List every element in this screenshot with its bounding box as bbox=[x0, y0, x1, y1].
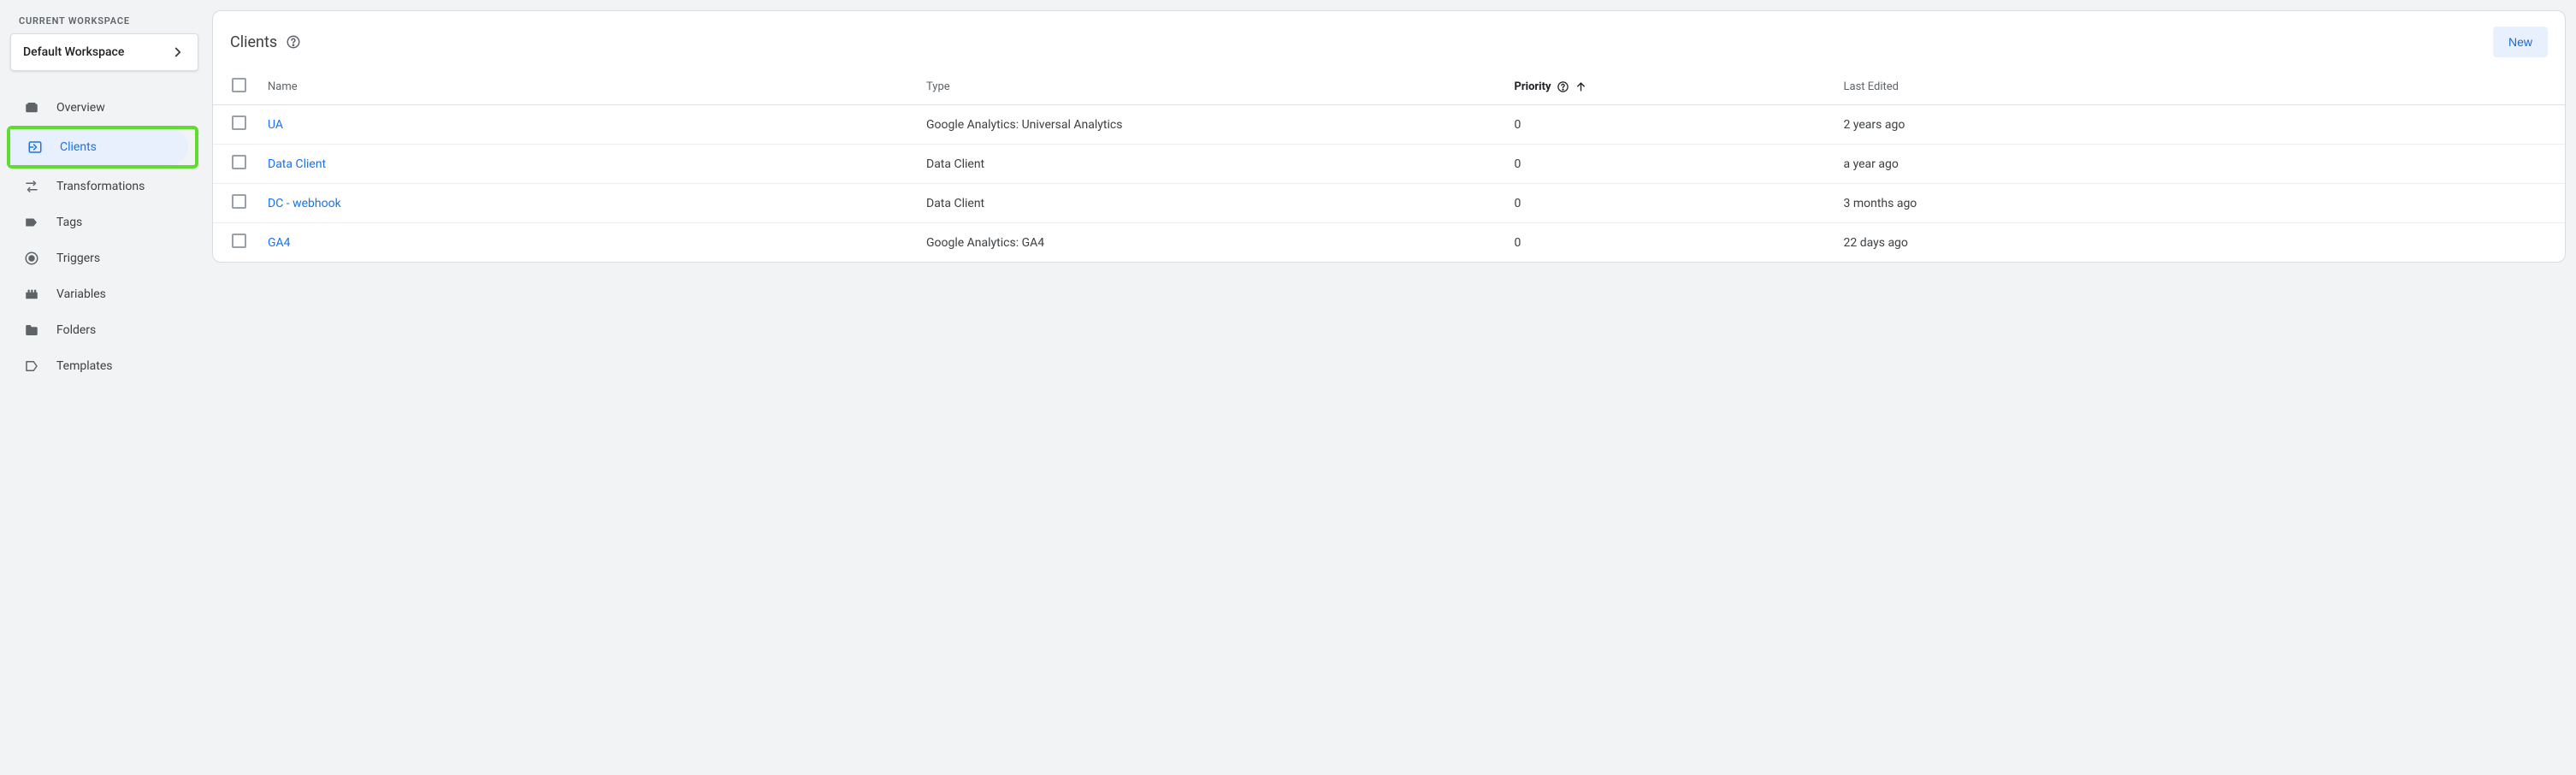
client-name-link[interactable]: UA bbox=[268, 118, 283, 132]
client-type: Data Client bbox=[916, 184, 1504, 223]
row-checkbox[interactable] bbox=[232, 234, 246, 248]
client-type: Google Analytics: Universal Analytics bbox=[916, 105, 1504, 145]
client-type: Google Analytics: GA4 bbox=[916, 223, 1504, 263]
overview-icon bbox=[24, 100, 39, 115]
help-icon[interactable] bbox=[1557, 80, 1569, 93]
folders-icon bbox=[24, 322, 39, 338]
highlight-box: Clients bbox=[7, 126, 198, 169]
workspace-selector[interactable]: Default Workspace bbox=[10, 33, 198, 71]
sidebar-item-triggers[interactable]: Triggers bbox=[7, 240, 195, 276]
row-checkbox[interactable] bbox=[232, 194, 246, 209]
column-header-name[interactable]: Name bbox=[257, 69, 916, 105]
sidebar-item-tags[interactable]: Tags bbox=[7, 204, 195, 240]
clients-card: Clients New Name Type bbox=[212, 10, 2566, 263]
client-name-link[interactable]: Data Client bbox=[268, 157, 326, 171]
workspace-section-label: CURRENT WORKSPACE bbox=[7, 15, 202, 27]
table-row[interactable]: GA4 Google Analytics: GA4022 days ago bbox=[213, 223, 2565, 263]
clients-table: Name Type Priority bbox=[213, 69, 2565, 262]
sidebar-item-label: Variables bbox=[56, 287, 106, 301]
sidebar-item-label: Transformations bbox=[56, 180, 145, 193]
sidebar-nav: Overview Clients Transformations bbox=[7, 90, 202, 384]
help-icon[interactable] bbox=[286, 34, 301, 50]
sidebar-item-transformations[interactable]: Transformations bbox=[7, 169, 195, 204]
workspace-name: Default Workspace bbox=[23, 45, 170, 59]
client-priority: 0 bbox=[1504, 223, 1834, 263]
table-row[interactable]: Data ClientData Client0a year ago bbox=[213, 145, 2565, 184]
sidebar-item-variables[interactable]: Variables bbox=[7, 276, 195, 312]
select-all-checkbox[interactable] bbox=[232, 78, 246, 92]
column-header-last-edited[interactable]: Last Edited bbox=[1834, 69, 2566, 105]
sidebar-item-clients[interactable]: Clients bbox=[10, 129, 188, 165]
client-last-edited: a year ago bbox=[1834, 145, 2566, 184]
client-priority: 0 bbox=[1504, 105, 1834, 145]
sidebar-item-label: Templates bbox=[56, 359, 113, 373]
client-name-link[interactable]: GA4 bbox=[268, 236, 291, 250]
column-header-priority-label: Priority bbox=[1515, 80, 1551, 93]
clients-icon bbox=[27, 139, 43, 155]
sidebar-item-overview[interactable]: Overview bbox=[7, 90, 195, 126]
sidebar-item-templates[interactable]: Templates bbox=[7, 348, 195, 384]
new-button[interactable]: New bbox=[2493, 27, 2548, 57]
client-last-edited: 2 years ago bbox=[1834, 105, 2566, 145]
column-header-type[interactable]: Type bbox=[916, 69, 1504, 105]
sidebar-item-label: Folders bbox=[56, 323, 96, 337]
table-row[interactable]: UA Google Analytics: Universal Analytics0… bbox=[213, 105, 2565, 145]
variables-icon bbox=[24, 287, 39, 302]
triggers-icon bbox=[24, 251, 39, 266]
main: Clients New Name Type bbox=[209, 0, 2576, 775]
transformations-icon bbox=[24, 179, 39, 194]
sidebar-item-label: Tags bbox=[56, 216, 82, 229]
sort-ascending-icon bbox=[1575, 80, 1587, 93]
row-checkbox[interactable] bbox=[232, 115, 246, 130]
sidebar-item-label: Clients bbox=[60, 140, 97, 154]
table-row[interactable]: DC - webhook Data Client03 months ago bbox=[213, 184, 2565, 223]
sidebar-item-label: Overview bbox=[56, 101, 105, 115]
sidebar: CURRENT WORKSPACE Default Workspace Over… bbox=[0, 0, 209, 775]
sidebar-item-label: Triggers bbox=[56, 251, 100, 265]
page-title: Clients bbox=[230, 33, 277, 51]
client-priority: 0 bbox=[1504, 184, 1834, 223]
column-header-priority[interactable]: Priority bbox=[1504, 69, 1834, 105]
templates-icon bbox=[24, 358, 39, 374]
client-last-edited: 22 days ago bbox=[1834, 223, 2566, 263]
client-last-edited: 3 months ago bbox=[1834, 184, 2566, 223]
card-header: Clients New bbox=[213, 11, 2565, 69]
client-type: Data Client bbox=[916, 145, 1504, 184]
chevron-right-icon bbox=[170, 44, 186, 60]
tags-icon bbox=[24, 215, 39, 230]
client-name-link[interactable]: DC - webhook bbox=[268, 197, 341, 210]
sidebar-item-folders[interactable]: Folders bbox=[7, 312, 195, 348]
client-priority: 0 bbox=[1504, 145, 1834, 184]
row-checkbox[interactable] bbox=[232, 155, 246, 169]
